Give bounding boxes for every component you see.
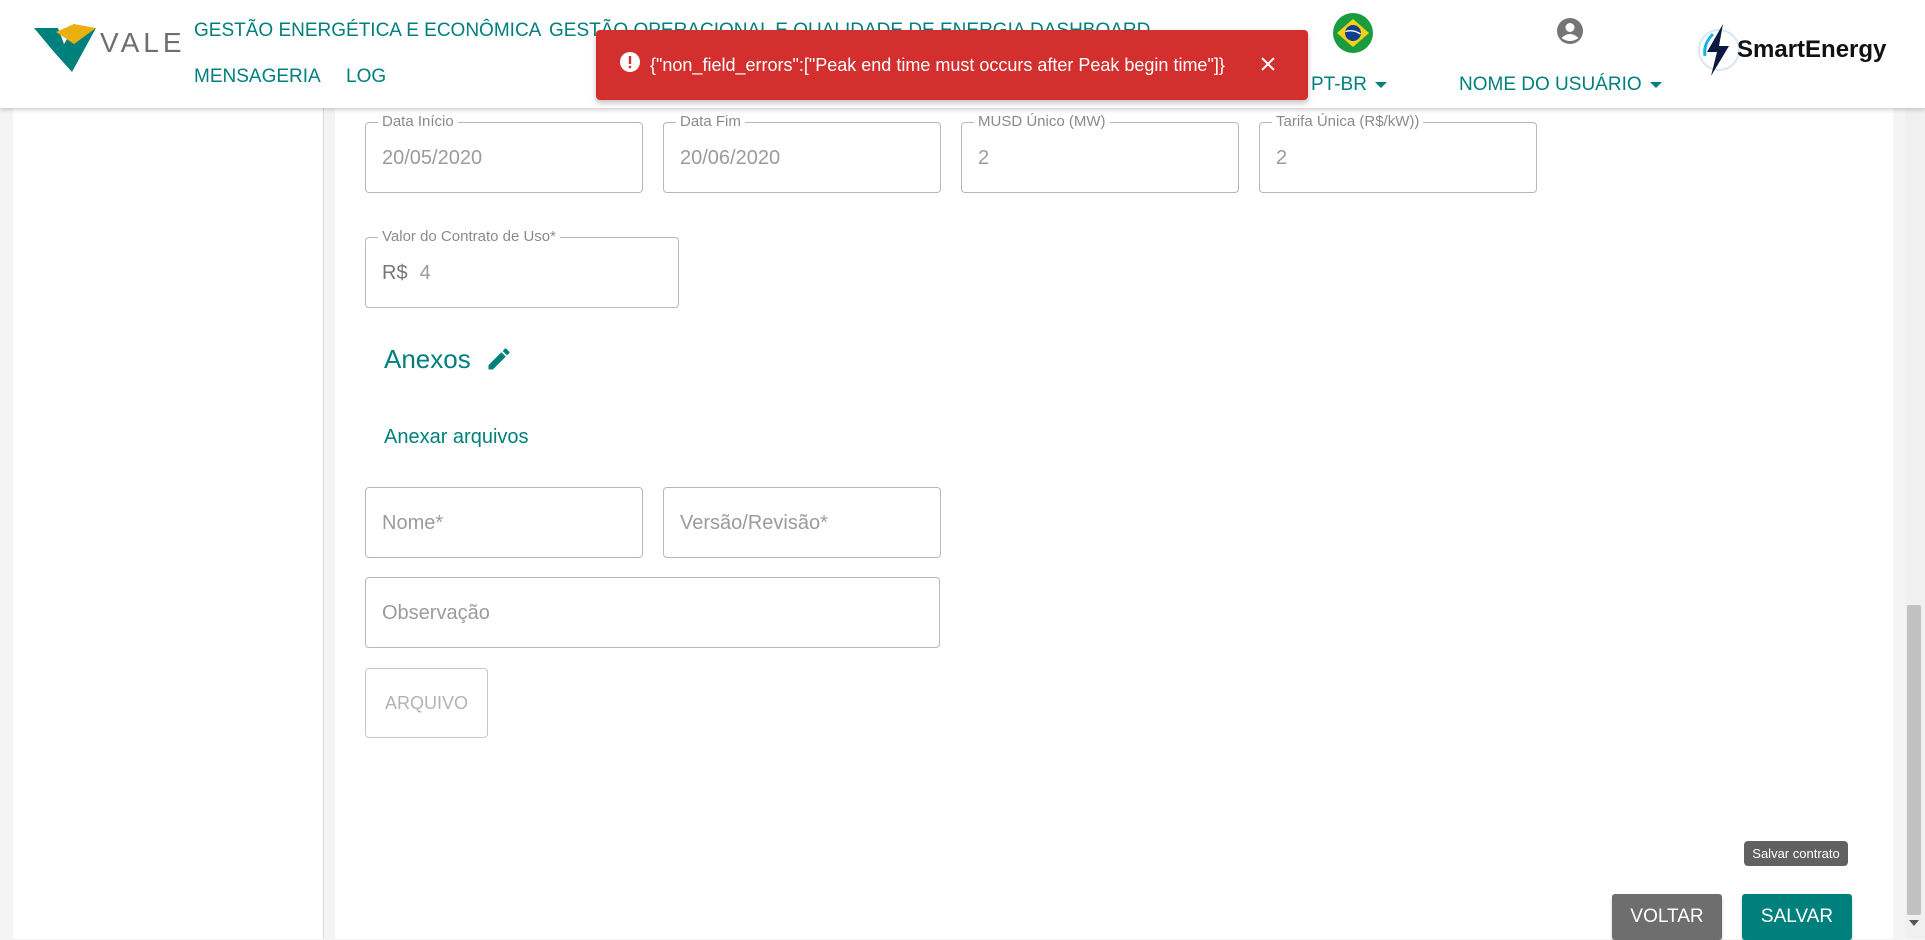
- nav-mensageria[interactable]: MENSAGERIA: [194, 66, 321, 88]
- field-label: MUSD Único (MW): [974, 114, 1110, 130]
- pencil-icon[interactable]: [485, 345, 513, 373]
- valor-contrato-field[interactable]: Valor do Contrato de Uso* R$ 4: [365, 229, 679, 308]
- close-icon[interactable]: [1258, 54, 1278, 74]
- musd-unico-field[interactable]: MUSD Único (MW) 2: [961, 114, 1239, 193]
- chevron-down-icon: [1649, 81, 1662, 88]
- versao-input[interactable]: Versão/Revisão*: [663, 487, 941, 558]
- versao-placeholder: Versão/Revisão*: [680, 512, 828, 534]
- field-label: Tarifa Única (R$/kW)): [1272, 114, 1424, 130]
- error-toast: {"non_field_errors":["Peak end time must…: [596, 30, 1308, 100]
- file-upload-button[interactable]: ARQUIVO: [365, 668, 488, 738]
- error-icon: [620, 52, 640, 72]
- user-menu[interactable]: NOME DO USUÁRIO: [1459, 74, 1662, 96]
- data-fim-field[interactable]: Data Fim 20/06/2020: [663, 114, 941, 193]
- user-name-label: NOME DO USUÁRIO: [1459, 74, 1642, 95]
- field-label: Data Fim: [676, 114, 745, 130]
- data-inicio-field[interactable]: Data Início 20/05/2020: [365, 114, 643, 193]
- sidebar: [13, 108, 323, 939]
- nome-input[interactable]: Nome*: [365, 487, 643, 558]
- toast-message: {"non_field_errors":["Peak end time must…: [650, 55, 1225, 75]
- scroll-down-arrow-icon[interactable]: [1909, 920, 1919, 926]
- brazil-flag-icon[interactable]: [1333, 13, 1373, 53]
- language-label: PT-BR: [1311, 74, 1367, 95]
- chevron-down-icon: [1374, 81, 1387, 88]
- save-button[interactable]: SALVAR: [1742, 894, 1852, 940]
- field-value: R$ 4: [382, 262, 431, 285]
- tarifa-unica-field[interactable]: Tarifa Única (R$/kW)) 2: [1259, 114, 1537, 193]
- field-label: Valor do Contrato de Uso*: [378, 229, 560, 245]
- logo-text: VALE: [100, 27, 186, 58]
- observacao-input[interactable]: Observação: [365, 577, 940, 648]
- observacao-placeholder: Observação: [382, 602, 490, 624]
- nav-gestao-energetica[interactable]: GESTÃO ENERGÉTICA E ECONÔMICA: [194, 20, 541, 42]
- currency-prefix: R$: [382, 262, 408, 284]
- language-selector[interactable]: PT-BR: [1311, 74, 1387, 96]
- field-value: 20/05/2020: [382, 147, 483, 169]
- field-value: 2: [978, 147, 990, 169]
- valor-contrato-value: 4: [419, 262, 431, 284]
- section-title-anexos: Anexos: [384, 344, 471, 374]
- back-button[interactable]: VOLTAR: [1612, 894, 1722, 940]
- sidebar-divider: [323, 108, 324, 939]
- account-icon[interactable]: [1556, 17, 1584, 45]
- field-value: 20/06/2020: [680, 147, 781, 169]
- attach-files-link[interactable]: Anexar arquivos: [384, 426, 529, 449]
- nav-log[interactable]: LOG: [346, 66, 386, 88]
- nome-placeholder: Nome*: [382, 512, 444, 534]
- scrollbar-thumb[interactable]: [1907, 605, 1921, 915]
- brand-name: SmartEnergy: [1737, 36, 1887, 63]
- field-label: Data Início: [378, 114, 458, 130]
- field-value: 2: [1276, 147, 1288, 169]
- save-tooltip: Salvar contrato: [1744, 841, 1848, 866]
